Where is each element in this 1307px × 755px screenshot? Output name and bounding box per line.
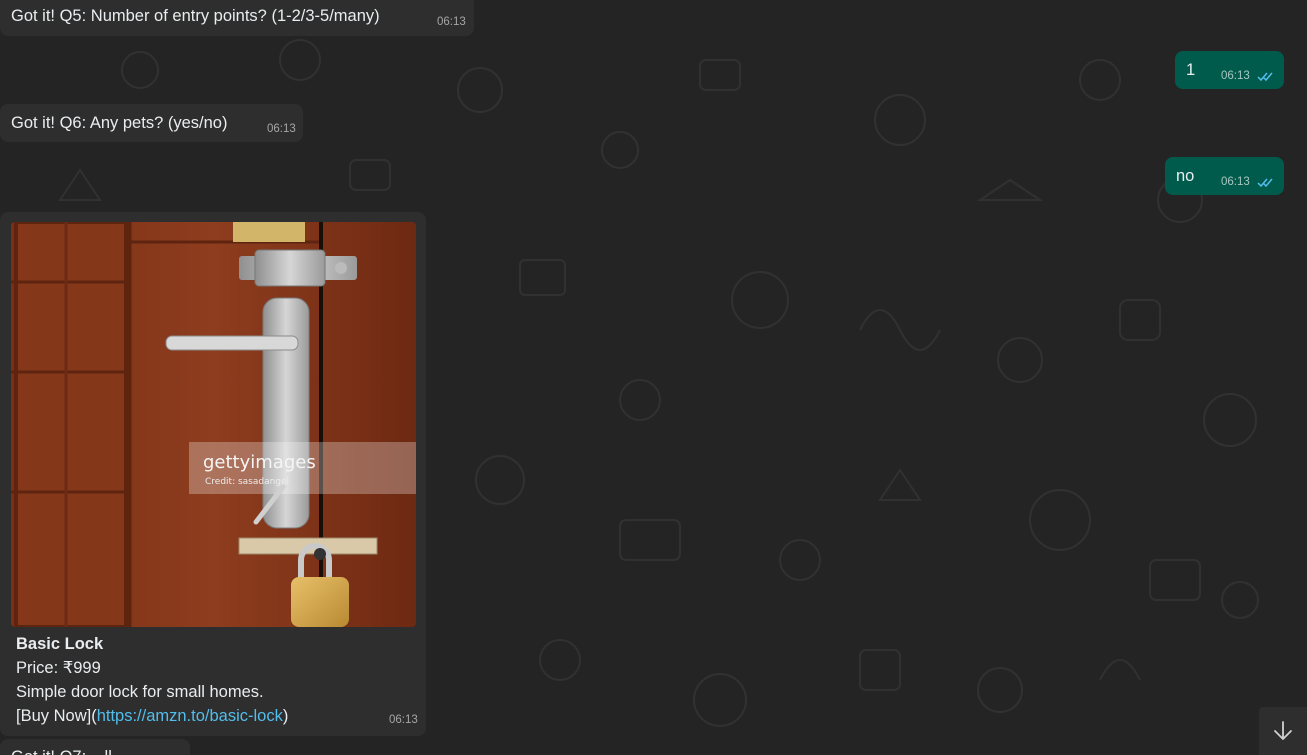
- message-text: Got it! Q6: Any pets? (yes/no): [11, 114, 228, 132]
- product-description: Simple door lock for small homes.: [16, 683, 264, 701]
- scroll-to-bottom-button[interactable]: [1259, 707, 1307, 755]
- product-card-message[interactable]: gettyimages Credit: sasadangel Basic Loc…: [0, 212, 426, 736]
- message-time: 06:13: [437, 16, 466, 28]
- product-price: Price: ₹999: [16, 659, 101, 677]
- watermark-brand: gettyimages: [203, 452, 316, 473]
- double-check-icon: [1257, 178, 1273, 188]
- double-check-icon: [1257, 72, 1273, 82]
- message-text: Got it! Q7: ...ll...: [11, 746, 126, 755]
- incoming-message[interactable]: Got it! Q7: ...ll...: [0, 739, 190, 755]
- message-time: 06:13: [267, 123, 296, 135]
- message-text: Got it! Q5: Number of entry points? (1-2…: [11, 7, 380, 25]
- product-details: Basic Lock Price: ₹999 Simple door lock …: [16, 632, 288, 728]
- buy-now-line: [Buy Now](https://amzn.to/basic-lock): [16, 704, 288, 728]
- message-text: no: [1176, 167, 1195, 185]
- message-time: 06:13: [1221, 70, 1250, 82]
- buy-now-link[interactable]: https://amzn.to/basic-lock: [97, 707, 283, 725]
- outgoing-message[interactable]: no 06:13: [1165, 157, 1284, 195]
- door-lock-photo: gettyimages Credit: sasadangel: [11, 222, 416, 627]
- message-text: 1: [1186, 61, 1196, 79]
- incoming-message[interactable]: Got it! Q6: Any pets? (yes/no) 06:13: [0, 104, 303, 142]
- watermark-credit: Credit: sasadangel: [205, 477, 289, 487]
- message-time: 06:13: [389, 714, 418, 726]
- buy-now-suffix: ): [282, 707, 289, 725]
- incoming-message[interactable]: Got it! Q5: Number of entry points? (1-2…: [0, 0, 474, 36]
- outgoing-message[interactable]: 1 06:13: [1175, 51, 1284, 89]
- message-time: 06:13: [1221, 176, 1250, 188]
- arrow-down-icon: [1274, 721, 1292, 740]
- buy-now-prefix: [Buy Now](: [16, 707, 97, 725]
- product-title: Basic Lock: [16, 635, 104, 653]
- product-image[interactable]: gettyimages Credit: sasadangel: [11, 222, 416, 627]
- chat-panel: Got it! Q5: Number of entry points? (1-2…: [0, 0, 1307, 755]
